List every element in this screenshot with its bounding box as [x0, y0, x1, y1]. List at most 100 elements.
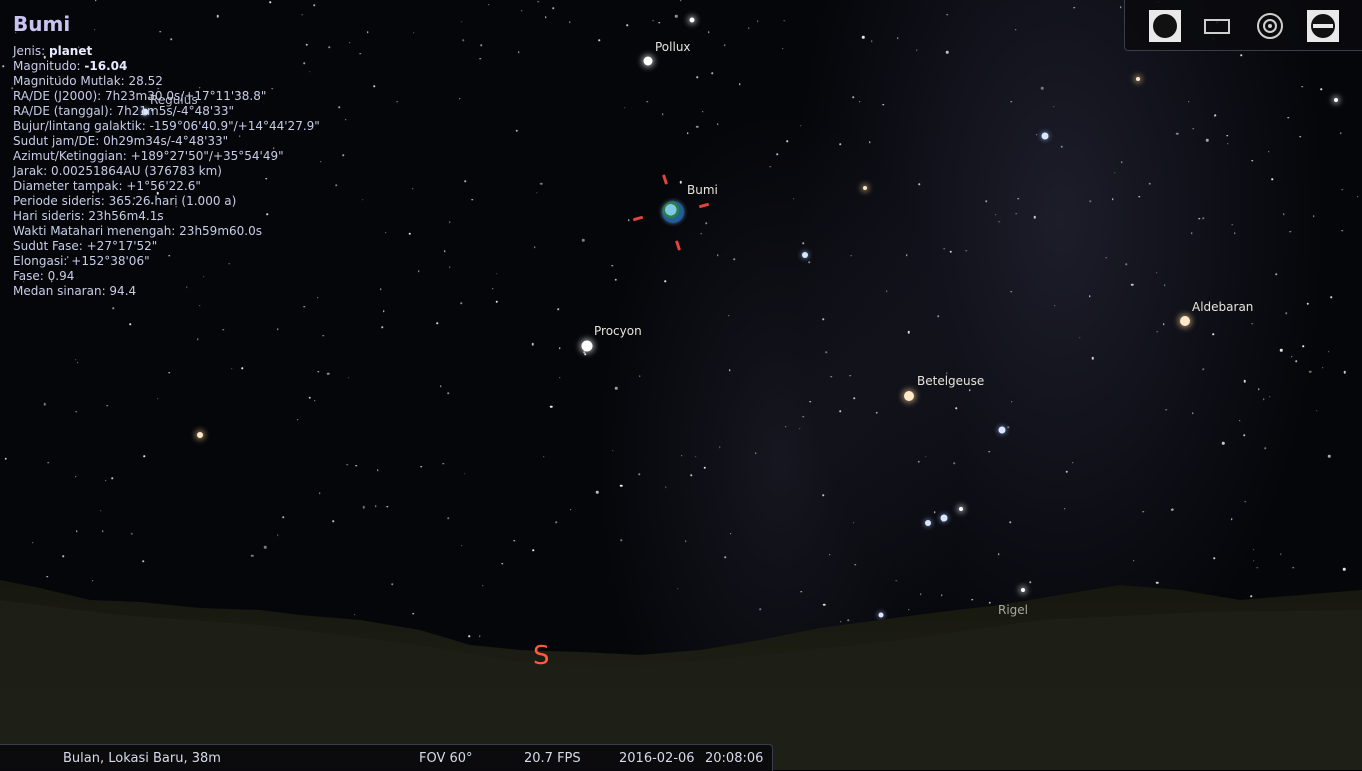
star-label-betelgeuse[interactable]: Betelgeuse — [917, 374, 984, 388]
star[interactable] — [1334, 98, 1338, 102]
star — [1172, 508, 1174, 510]
star — [1266, 598, 1268, 600]
star — [652, 19, 655, 22]
star — [99, 510, 102, 512]
status-time[interactable]: 20:08:06 — [705, 751, 763, 766]
star[interactable] — [925, 520, 931, 526]
status-date[interactable]: 2016-02-06 — [619, 751, 695, 766]
star — [47, 462, 50, 464]
star — [277, 534, 279, 536]
star — [1240, 54, 1242, 56]
star — [420, 465, 423, 468]
star — [809, 401, 812, 403]
star-label-procyon[interactable]: Procyon — [594, 324, 642, 338]
star — [988, 451, 991, 453]
star — [782, 48, 784, 50]
star[interactable] — [689, 17, 695, 23]
star — [1034, 629, 1036, 631]
star[interactable] — [863, 186, 867, 190]
star — [1029, 581, 1032, 584]
star — [1271, 609, 1273, 611]
star — [875, 411, 878, 414]
star[interactable] — [1180, 316, 1190, 326]
star — [540, 182, 543, 185]
star[interactable] — [802, 252, 808, 258]
star — [897, 37, 899, 40]
star — [488, 3, 490, 6]
star — [555, 521, 558, 523]
info-label: Elongasi: — [13, 254, 72, 268]
earth-planet[interactable] — [662, 201, 684, 223]
star-label-aldebaran[interactable]: Aldebaran — [1192, 300, 1253, 314]
star[interactable] — [643, 56, 653, 66]
star-label-bumi[interactable]: Bumi — [687, 183, 718, 197]
star — [447, 517, 450, 519]
star — [303, 306, 306, 308]
star[interactable] — [878, 612, 884, 618]
info-label: Jenis: — [13, 44, 49, 58]
star — [1243, 380, 1246, 383]
star[interactable] — [1136, 77, 1140, 81]
star — [784, 425, 787, 428]
star — [702, 110, 704, 113]
star-label-pollux[interactable]: Pollux — [655, 40, 691, 54]
star — [479, 58, 481, 60]
star — [359, 53, 362, 55]
info-value: +189°27'50"/+35°54'49" — [130, 149, 284, 163]
target-button[interactable] — [1254, 10, 1286, 42]
star — [997, 553, 1000, 556]
star[interactable] — [197, 432, 203, 438]
star[interactable] — [1041, 132, 1049, 140]
star — [1253, 559, 1255, 562]
star — [1309, 370, 1312, 374]
star — [496, 273, 498, 275]
star — [1327, 455, 1331, 458]
star — [1009, 521, 1012, 523]
star — [700, 232, 702, 235]
star — [985, 200, 988, 202]
star — [241, 367, 244, 370]
star — [320, 161, 322, 163]
info-label: Sudut jam/DE: — [13, 134, 104, 148]
star — [945, 51, 949, 54]
info-value: -159°06'40.9"/+14°44'27.9" — [149, 119, 320, 133]
star — [839, 410, 842, 412]
star — [317, 371, 319, 373]
star[interactable] — [1021, 588, 1025, 592]
star[interactable] — [998, 426, 1006, 434]
star — [492, 287, 494, 290]
info-value: 7h23m30.0s/+17°11'38.8" — [105, 89, 267, 103]
star — [708, 31, 710, 33]
star — [106, 405, 108, 407]
star — [1214, 114, 1217, 117]
star — [684, 540, 687, 542]
star[interactable] — [581, 340, 593, 352]
star — [418, 270, 420, 273]
star — [680, 455, 683, 457]
star — [724, 44, 726, 46]
star[interactable] — [904, 391, 914, 401]
star[interactable] — [959, 507, 963, 511]
star — [598, 39, 601, 42]
star — [1040, 86, 1044, 90]
star — [1192, 128, 1195, 130]
star — [1052, 105, 1055, 108]
star — [690, 474, 693, 477]
star — [830, 375, 832, 378]
star — [839, 143, 842, 145]
night-mode-button[interactable] — [1149, 10, 1181, 42]
cardinal-south: S — [533, 641, 550, 671]
star — [326, 372, 330, 375]
status-location[interactable]: Bulan, Lokasi Baru, 38m — [63, 751, 221, 766]
star — [937, 315, 940, 318]
star — [1285, 312, 1287, 314]
star — [624, 106, 626, 109]
info-line: Jarak: 0.00251864AU (376783 km) — [13, 164, 320, 179]
star-label-rigel[interactable]: Rigel — [998, 603, 1028, 617]
info-line: Elongasi: +152°38'06" — [13, 254, 320, 269]
star — [955, 407, 958, 409]
fullscreen-button[interactable] — [1201, 10, 1233, 42]
star — [1336, 606, 1340, 609]
telescope-button[interactable] — [1307, 10, 1339, 42]
star — [480, 44, 483, 47]
